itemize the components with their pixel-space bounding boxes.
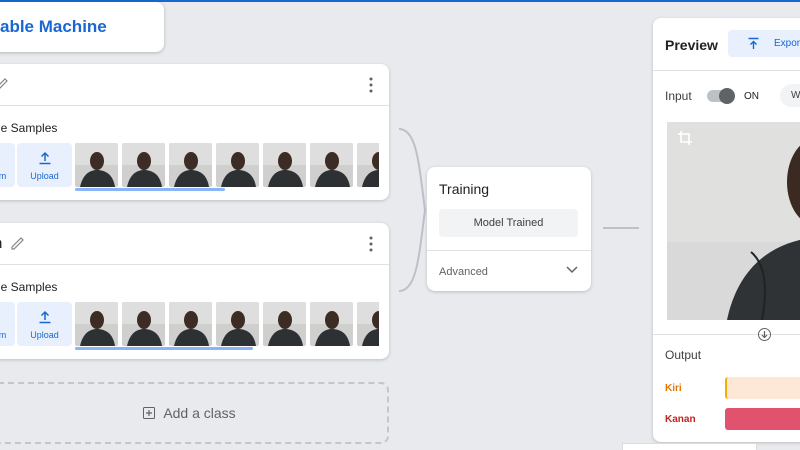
export-icon [748, 37, 759, 49]
divider [427, 250, 591, 251]
training-title: Training [439, 181, 490, 197]
export-model-button[interactable]: Expor [728, 30, 800, 57]
sample-thumbnail[interactable] [357, 143, 379, 187]
app-title-card: able Machine [0, 2, 164, 52]
sample-thumbnail[interactable] [122, 143, 165, 187]
edit-pencil-icon[interactable] [10, 235, 26, 251]
edit-pencil-icon[interactable] [0, 76, 10, 92]
more-options-icon[interactable] [369, 236, 373, 252]
sample-thumbnail[interactable] [310, 143, 353, 187]
sample-thumbnail[interactable] [357, 302, 379, 346]
input-source-select[interactable]: W [780, 84, 800, 107]
sample-thumbnail[interactable] [310, 302, 353, 346]
upload-icon [39, 151, 50, 165]
preview-panel: Preview Expor Input ON W Output Kiri Kan… [653, 18, 800, 442]
sample-thumbnail[interactable] [263, 143, 306, 187]
class-card-header: n [0, 223, 389, 265]
input-toggle[interactable] [707, 88, 735, 104]
webcam-button[interactable]: m [0, 143, 15, 187]
sample-thumbnail[interactable] [169, 143, 212, 187]
sample-thumbnail[interactable] [75, 143, 118, 187]
divider [653, 334, 800, 335]
result-bar-kanan [725, 408, 800, 430]
upload-button[interactable]: Upload [17, 302, 72, 346]
sample-thumbnails [75, 302, 379, 346]
upload-button[interactable]: Upload [17, 143, 72, 187]
preview-title: Preview [665, 37, 718, 53]
crop-icon[interactable] [677, 130, 693, 146]
output-label: Output [665, 348, 702, 362]
sample-thumbnail[interactable] [169, 302, 212, 346]
training-to-preview-connector [603, 227, 639, 229]
chevron-down-icon[interactable] [565, 264, 579, 274]
training-card: Training Model Trained Advanced [427, 167, 591, 291]
app-title: able Machine [0, 17, 107, 36]
result-label-kiri: Kiri [665, 383, 682, 394]
class-card-1: ge Samples m Upload [0, 64, 389, 200]
thumbnail-scrollbar[interactable] [75, 188, 379, 191]
sample-thumbnail[interactable] [263, 302, 306, 346]
class-to-training-connector [398, 128, 427, 292]
bottom-popup [622, 443, 757, 450]
train-model-button[interactable]: Model Trained [439, 209, 578, 237]
sample-thumbnail[interactable] [122, 302, 165, 346]
webcam-button[interactable]: m [0, 302, 15, 346]
sample-thumbnails [75, 143, 379, 187]
sample-thumbnail[interactable] [75, 302, 118, 346]
add-class-button[interactable]: Add a class [0, 382, 389, 444]
sample-thumbnail[interactable] [216, 302, 259, 346]
divider [653, 70, 800, 71]
image-samples-label: ge Samples [0, 280, 58, 294]
webcam-preview [667, 122, 800, 320]
result-label-kanan: Kanan [665, 414, 696, 425]
upload-icon [39, 310, 50, 324]
class-card-2: n ge Samples m Upload [0, 223, 389, 359]
toggle-state: ON [744, 91, 759, 102]
add-class-label: Add a class [163, 405, 236, 421]
thumbnail-scrollbar[interactable] [75, 347, 379, 350]
input-label: Input [665, 89, 692, 103]
advanced-toggle-label[interactable]: Advanced [439, 266, 488, 278]
webcam-image [667, 122, 800, 320]
add-box-icon [143, 407, 156, 419]
image-samples-label: ge Samples [0, 121, 58, 135]
result-bar-kiri [725, 377, 800, 399]
sample-thumbnail[interactable] [216, 143, 259, 187]
class-name[interactable]: n [0, 235, 2, 252]
arrow-down-icon[interactable] [758, 328, 771, 341]
more-options-icon[interactable] [369, 77, 373, 93]
class-card-header [0, 64, 389, 106]
